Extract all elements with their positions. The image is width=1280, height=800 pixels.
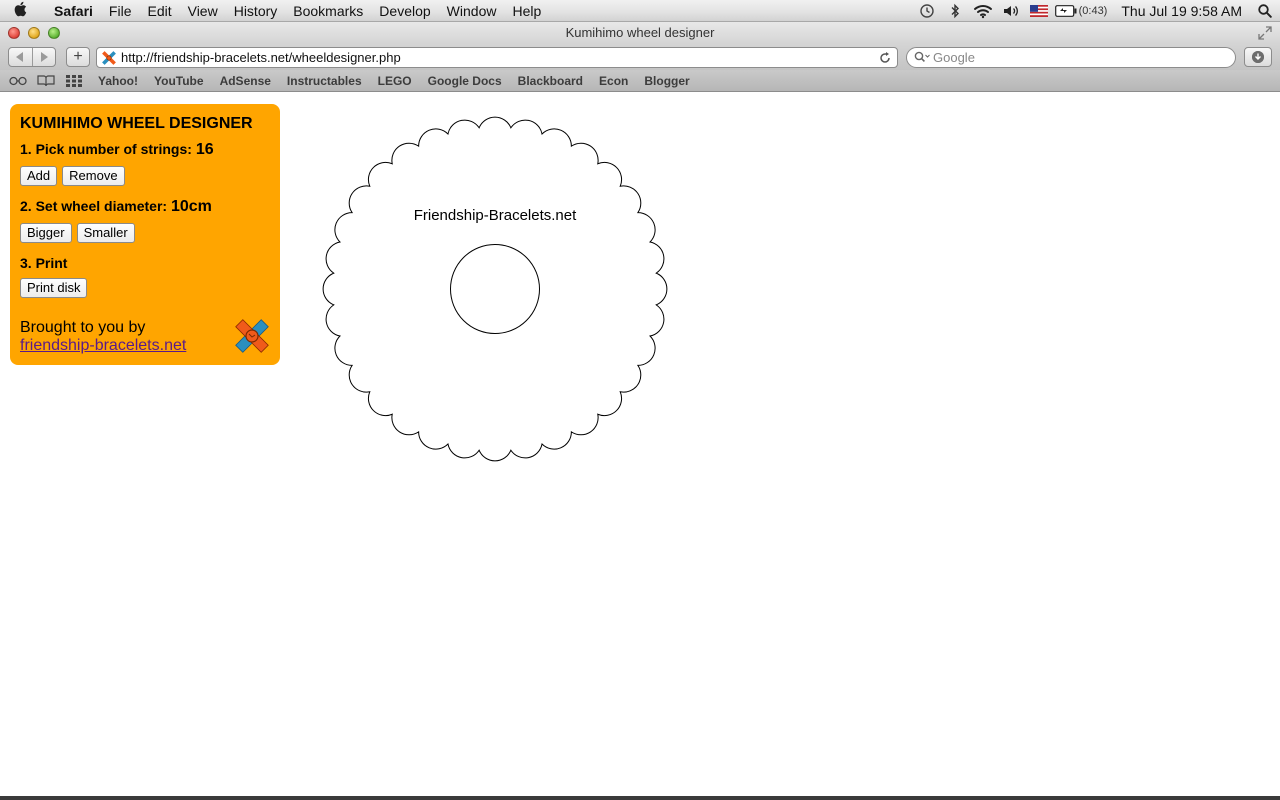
- bookmark-google-docs[interactable]: Google Docs: [420, 74, 510, 88]
- battery-icon[interactable]: [1053, 0, 1079, 22]
- fullscreen-icon[interactable]: [1258, 26, 1272, 40]
- step-diameter-label: 2. Set wheel diameter:: [20, 198, 168, 214]
- wifi-icon[interactable]: [969, 0, 997, 22]
- browser-toolbar: + http://friendship-bracelets.net/wheeld…: [0, 44, 1280, 70]
- friendship-bracelets-logo-icon[interactable]: [234, 318, 270, 354]
- menu-safari[interactable]: Safari: [40, 0, 101, 22]
- menu-window[interactable]: Window: [439, 0, 505, 22]
- menu-clock[interactable]: Thu Jul 19 9:58 AM: [1113, 3, 1250, 19]
- step-strings-label: 1. Pick number of strings:: [20, 141, 192, 157]
- menu-history[interactable]: History: [226, 0, 286, 22]
- reload-icon[interactable]: [879, 48, 891, 69]
- forward-button[interactable]: [31, 48, 56, 66]
- window-titlebar: Kumihimo wheel designer: [0, 22, 1280, 44]
- credit-block: Brought to you by friendship-bracelets.n…: [20, 319, 186, 355]
- site-favicon-icon: [101, 50, 117, 66]
- smaller-button[interactable]: Smaller: [76, 223, 135, 243]
- bookmark-blackboard[interactable]: Blackboard: [510, 74, 591, 88]
- volume-icon[interactable]: [997, 0, 1025, 22]
- add-bookmark-button[interactable]: +: [66, 47, 90, 67]
- designer-panel: KUMIHIMO WHEEL DESIGNER 1. Pick number o…: [10, 104, 280, 365]
- address-text: http://friendship-bracelets.net/wheeldes…: [121, 50, 401, 65]
- bookmarks-bar: Yahoo! YouTube AdSense Instructables LEG…: [0, 70, 1280, 92]
- step-strings: 1. Pick number of strings: 16: [20, 141, 270, 159]
- menu-help[interactable]: Help: [504, 0, 549, 22]
- show-bookmarks-icon[interactable]: [36, 73, 56, 89]
- add-string-button[interactable]: Add: [20, 166, 58, 186]
- bookmark-blogger[interactable]: Blogger: [636, 74, 697, 88]
- reading-list-icon[interactable]: [8, 73, 28, 89]
- address-bar[interactable]: http://friendship-bracelets.net/wheeldes…: [96, 47, 898, 68]
- downloads-icon: [1252, 51, 1264, 63]
- window-zoom-button[interactable]: [48, 27, 60, 39]
- bookmark-instructables[interactable]: Instructables: [279, 74, 370, 88]
- menu-bar: Safari File Edit View History Bookmarks …: [0, 0, 1280, 22]
- menu-file[interactable]: File: [101, 0, 140, 22]
- step-print: 3. Print: [20, 255, 68, 271]
- apple-menu-icon[interactable]: [0, 0, 40, 24]
- diameter-value: 10cm: [170, 198, 212, 215]
- panel-title: KUMIHIMO WHEEL DESIGNER: [20, 115, 253, 132]
- print-disk-button[interactable]: Print disk: [20, 278, 88, 298]
- print-buttons: Print disk: [20, 278, 270, 298]
- search-field[interactable]: Google: [906, 47, 1236, 68]
- step-diameter: 2. Set wheel diameter: 10cm: [20, 198, 270, 216]
- menu-view[interactable]: View: [180, 0, 226, 22]
- wheel-label: Friendship-Bracelets.net: [414, 207, 577, 224]
- remove-string-button[interactable]: Remove: [62, 166, 125, 186]
- battery-time: (0:43): [1078, 5, 1108, 17]
- bookmark-lego[interactable]: LEGO: [370, 74, 420, 88]
- kumihimo-wheel: Friendship-Bracelets.net: [322, 116, 668, 462]
- bluetooth-icon[interactable]: [941, 0, 969, 22]
- us-flag-input-icon[interactable]: [1025, 0, 1053, 22]
- menu-edit[interactable]: Edit: [139, 0, 179, 22]
- bigger-button[interactable]: Bigger: [20, 223, 72, 243]
- back-forward-group: [8, 47, 56, 67]
- window-minimize-button[interactable]: [28, 27, 40, 39]
- credit-text: Brought to you by: [20, 319, 146, 336]
- wheel-center-hole: [450, 244, 540, 334]
- menu-develop[interactable]: Develop: [371, 0, 438, 22]
- credit-link[interactable]: friendship-bracelets.net: [20, 337, 186, 354]
- bookmark-yahoo[interactable]: Yahoo!: [90, 74, 146, 88]
- back-button[interactable]: [9, 48, 32, 66]
- search-icon: [914, 50, 930, 69]
- window-title: Kumihimo wheel designer: [565, 25, 715, 40]
- bookmark-youtube[interactable]: YouTube: [146, 74, 212, 88]
- menu-bookmarks[interactable]: Bookmarks: [285, 0, 371, 22]
- spotlight-search-icon[interactable]: [1250, 0, 1280, 22]
- menu-extras: (0:43) Thu Jul 19 9:58 AM: [913, 0, 1280, 22]
- strings-buttons: Add Remove: [20, 166, 270, 186]
- diameter-buttons: Bigger Smaller: [20, 223, 270, 243]
- dock-edge: [0, 796, 1280, 800]
- downloads-button[interactable]: [1244, 47, 1272, 67]
- time-machine-icon[interactable]: [913, 0, 941, 22]
- bookmark-econ[interactable]: Econ: [591, 74, 636, 88]
- bookmark-adsense[interactable]: AdSense: [212, 74, 279, 88]
- search-placeholder: Google: [933, 50, 975, 65]
- top-sites-grid-icon[interactable]: [64, 73, 84, 89]
- strings-count: 16: [195, 141, 214, 158]
- window-close-button[interactable]: [8, 27, 20, 39]
